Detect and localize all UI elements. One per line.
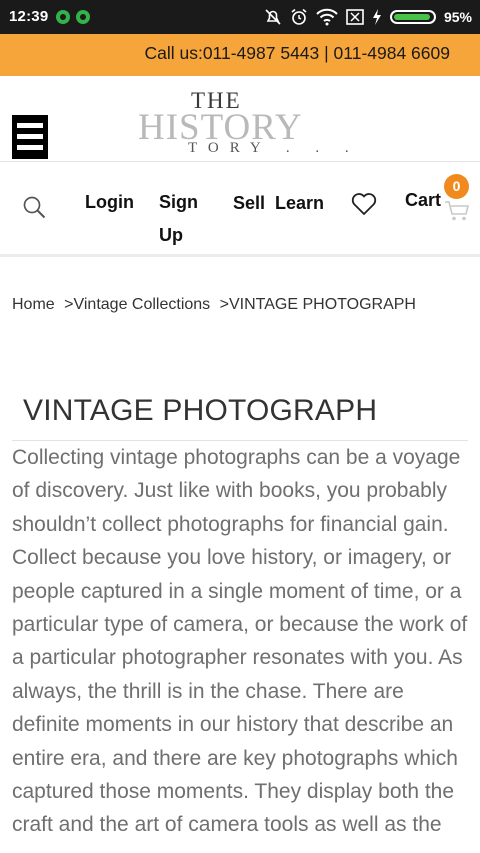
search-icon[interactable] [22, 195, 46, 219]
signup-link-line2[interactable]: Up [159, 219, 183, 252]
heart-icon[interactable] [351, 192, 377, 216]
logo-text-sub: TORY . . . [188, 140, 360, 156]
app-notification-icon [76, 10, 90, 24]
wifi-icon [316, 8, 338, 26]
app-notification-icon [56, 10, 70, 24]
cart-count-badge: 0 [444, 174, 469, 199]
page-title: VINTAGE PHOTOGRAPH [23, 394, 378, 427]
main-nav: Login Sign Up Sell Learn Cart 0 [0, 163, 480, 257]
phone-numbers[interactable]: Call us:011-4987 5443 | 011-4984 6609 [144, 43, 450, 64]
battery-icon [389, 10, 436, 24]
site-header: THE HISTORY TORY . . . [0, 76, 480, 162]
article-body: Collecting vintage photographs can be a … [12, 446, 468, 837]
status-icons: 95% [264, 6, 472, 28]
sell-link[interactable]: Sell [233, 187, 265, 220]
breadcrumb-separator: > [219, 296, 229, 313]
login-link[interactable]: Login [85, 186, 134, 219]
silent-icon [265, 9, 281, 25]
learn-link[interactable]: Learn [275, 187, 324, 220]
cart-icon[interactable] [444, 200, 470, 222]
alarm-icon [291, 8, 307, 25]
menu-icon[interactable] [12, 115, 48, 159]
status-bar: 12:39 95% [0, 0, 480, 34]
contact-bar: Call us:011-4987 5443 | 011-4984 6609 [0, 34, 480, 76]
cart-link[interactable]: Cart [405, 184, 441, 217]
status-time: 12:39 [9, 8, 49, 25]
battery-percent: 95% [443, 9, 472, 25]
sim-icon [346, 9, 364, 25]
breadcrumb-home[interactable]: Home [12, 296, 55, 313]
breadcrumb-current: VINTAGE PHOTOGRAPH [228, 296, 416, 313]
breadcrumb: Home >Vintage Collections >VINTAGE PHOTO… [12, 296, 416, 314]
charging-icon [372, 9, 381, 25]
signup-link[interactable]: Sign [159, 186, 198, 219]
breadcrumb-collections[interactable]: Vintage Collections [73, 296, 210, 313]
site-logo[interactable]: THE HISTORY TORY . . . [136, 84, 356, 164]
